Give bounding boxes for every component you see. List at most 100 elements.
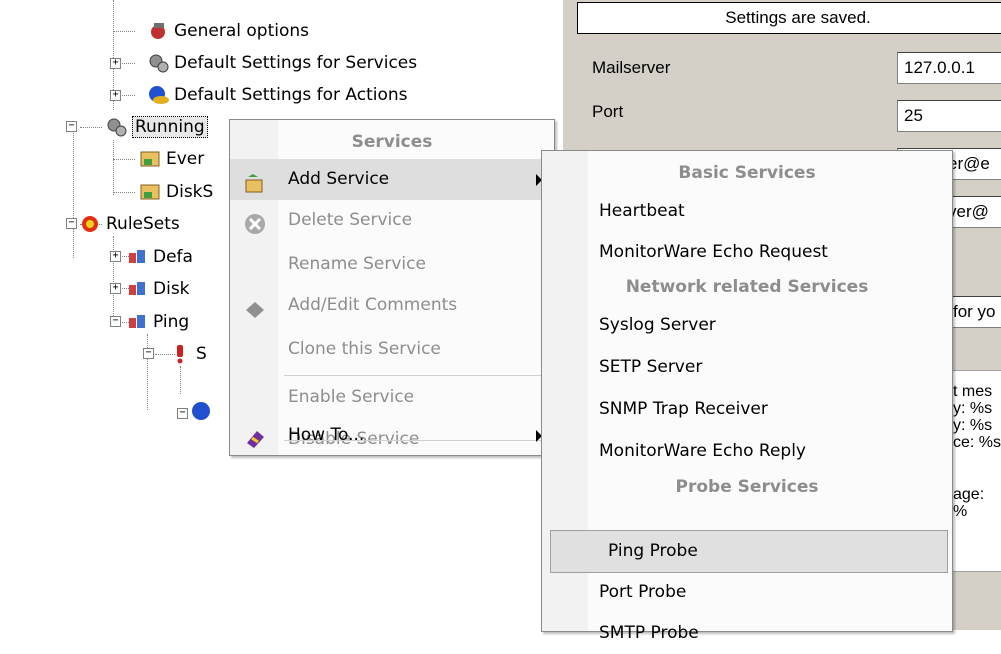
menu-item-label: Enable Service [288,387,415,407]
submenu-section-header: Network related Services [625,277,869,297]
delete-icon [244,210,266,234]
tree-node-label: Default Settings for Services [174,53,418,73]
tree-node-rulesets[interactable]: RuleSets [80,212,180,236]
tree-node-label: Ever [166,149,205,169]
ruleset-icon [127,279,149,299]
actions-globe-icon [148,85,170,105]
menu-item-add-service[interactable]: Add Service [230,159,554,200]
menu-item-label: MonitorWare Echo Reply [599,441,806,461]
tree-node-label: Defa [153,247,193,267]
tree-node-service[interactable]: DiskS [140,180,213,204]
menu-item-label: Syslog Server [599,315,716,335]
rule-icon [170,344,192,364]
tree-node-default-actions[interactable]: Default Settings for Actions [148,83,408,107]
submenu-item-snmp-trap-receiver[interactable]: SNMP Trap Receiver [542,389,952,430]
tree-node-label: DiskS [166,182,214,202]
status-message: Settings are saved. [577,2,1001,34]
menu-item-label: Delete Service [288,210,413,230]
menu-item-label: SETP Server [599,357,703,377]
tree-line [113,192,135,193]
tree-node-ruleset[interactable]: Defa [127,245,193,269]
tree-node-rule[interactable]: S [170,342,207,366]
submenu-item-smtp-probe[interactable]: SMTP Probe [542,613,952,654]
menu-item-label: Port Probe [599,582,687,602]
tree-node-general-options[interactable]: General options [148,19,309,43]
field-text: for yo [953,302,996,321]
submenu-item-heartbeat[interactable]: Heartbeat [542,191,952,232]
collapse-toggle[interactable]: − [66,218,77,229]
comment-icon [244,295,266,318]
field-text: ver@ [948,202,989,221]
tree-node-label: General options [174,21,310,41]
menu-item-enable-service[interactable]: Enable Service [230,377,554,418]
expand-toggle[interactable]: + [110,58,121,69]
tree-node-label: S [196,344,207,364]
tree-line [120,63,135,64]
rulesets-icon [80,214,102,234]
submenu-item-echo-reply[interactable]: MonitorWare Echo Reply [542,431,952,472]
message-line: ce: %s [953,434,1001,451]
submenu-item-echo-request[interactable]: MonitorWare Echo Request [542,232,952,273]
port-field[interactable]: 25 [897,100,1001,132]
submenu-section-header: Basic Services [678,163,816,183]
port-label: Port [592,102,624,121]
submenu-item-syslog-server[interactable]: Syslog Server [542,305,952,346]
tree-node-label: Ping [153,312,190,332]
menu-separator [284,375,548,376]
menu-item-label: Add Service [288,169,390,189]
tree-line [113,31,135,32]
menu-item-add-edit-comments[interactable]: Add/Edit Comments [230,285,554,326]
submenu-item-port-probe[interactable]: Port Probe [542,572,952,613]
tree-node-service[interactable]: Ever [140,147,204,171]
add-service-submenu: Basic Services Heartbeat MonitorWare Ech… [541,150,953,643]
collapse-toggle[interactable]: − [66,121,77,132]
service-item-icon [140,149,162,169]
menu-item-delete-service[interactable]: Delete Service [230,200,554,241]
book-icon [244,425,266,448]
expand-toggle[interactable]: + [110,90,121,101]
tree-line [73,130,74,258]
tree-node-label: Disk [153,279,190,299]
collapse-toggle[interactable]: − [110,316,121,327]
submenu-section-header: Probe Services [675,477,819,497]
ruleset-icon [127,312,149,332]
menu-item-rename-service[interactable]: Rename Service [230,244,554,285]
general-options-icon [148,21,170,41]
tree-line [113,159,135,160]
menu-item-label: Rename Service [288,254,426,274]
tree-node-ruleset[interactable]: Ping [127,310,189,334]
tree-node-label: RuleSets [106,214,180,234]
expand-toggle[interactable]: + [110,283,121,294]
menu-item-label: Ping Probe [608,541,698,561]
mailserver-label: Mailserver [592,58,671,77]
menu-item-clone-service[interactable]: Clone this Service [230,329,554,370]
field-text: er@e [948,154,990,173]
tree-node-default-services[interactable]: Default Settings for Services [148,51,417,75]
tree-node-running-services[interactable]: Running [106,115,208,139]
tree-line [80,127,102,128]
tree-line [120,95,135,96]
collapse-toggle[interactable]: − [177,408,188,419]
message-line: t mes [953,383,993,400]
ruleset-icon [127,247,149,267]
tree-line [147,334,148,410]
tree-node-label: Default Settings for Actions [174,85,408,105]
message-line: age: [953,486,985,503]
expand-toggle[interactable]: + [110,251,121,262]
context-menu: Services Add Service Delete Service Rena… [229,119,555,456]
tree-node-ruleset[interactable]: Disk [127,277,190,301]
submenu-item-ping-probe[interactable]: Ping Probe [550,530,948,573]
service-item-icon [140,182,162,202]
tree-line [180,366,181,394]
menu-item-label: Add/Edit Comments [288,295,458,315]
menu-item-label: How To... [288,425,365,445]
collapse-toggle[interactable]: − [143,348,154,359]
mailserver-field[interactable]: 127.0.0.1 [897,52,1001,84]
service-gears-icon [148,53,170,73]
tree-line [113,140,114,195]
menu-item-label: MonitorWare Echo Request [599,242,828,262]
submenu-item-setp-server[interactable]: SETP Server [542,347,952,388]
menu-item-how-to[interactable]: How To... [230,415,554,456]
menu-header: Services [351,132,433,152]
menu-item-label: Heartbeat [599,201,685,221]
